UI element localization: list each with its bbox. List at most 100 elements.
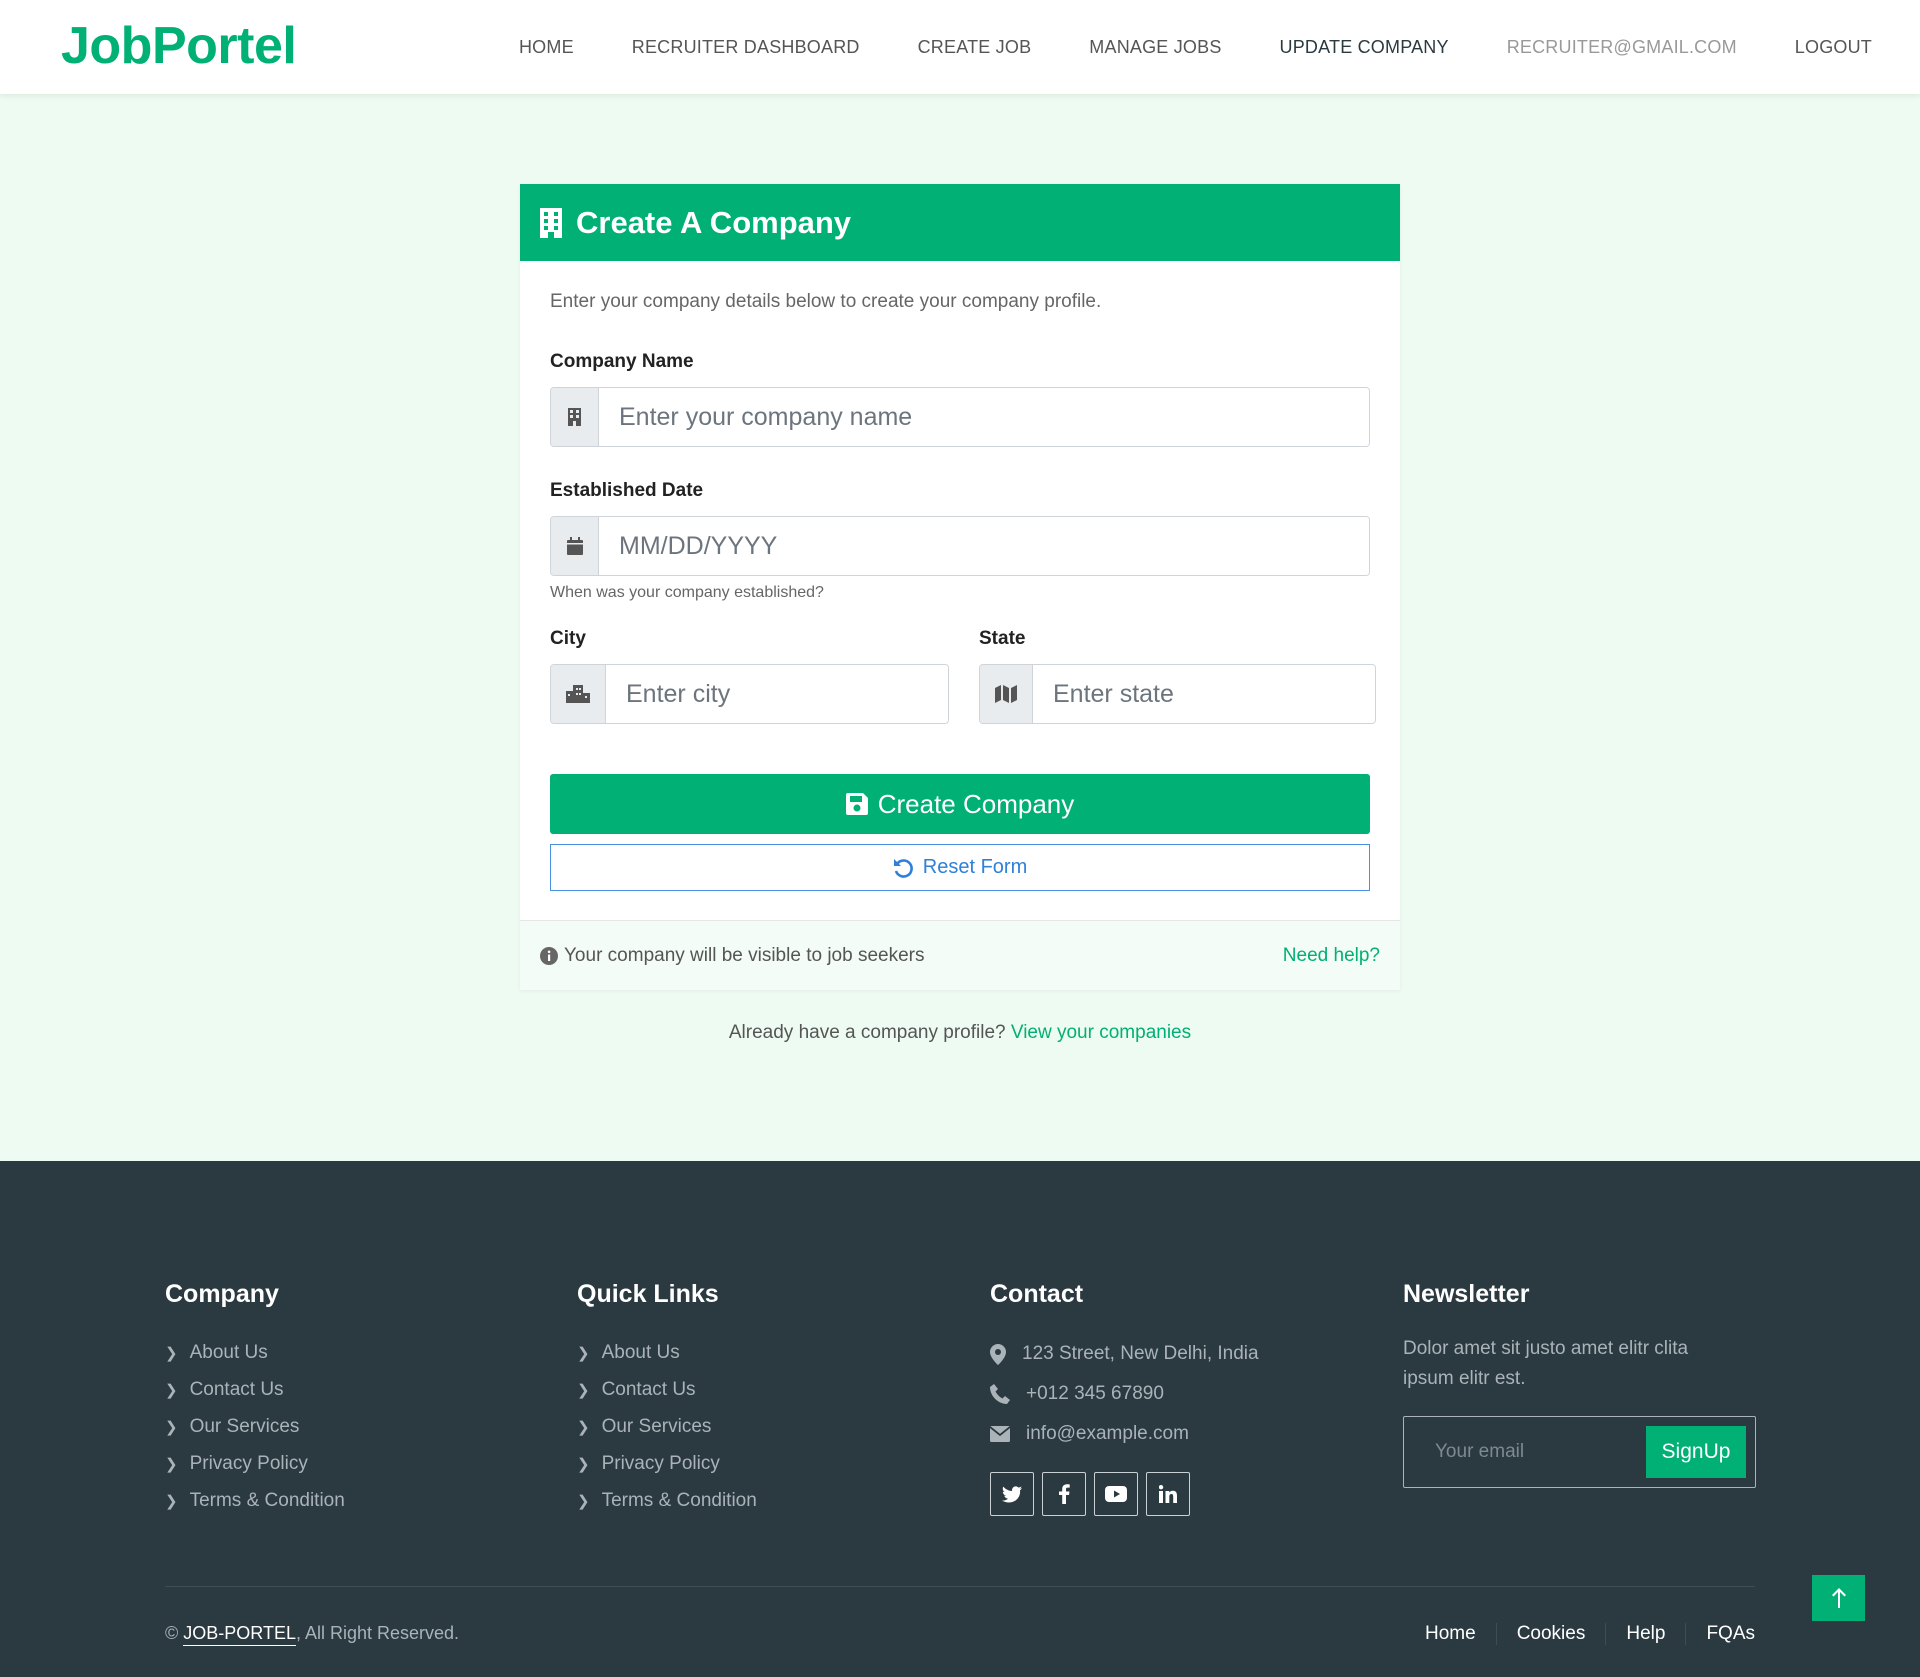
create-company-card: Create A Company Enter your company deta…	[520, 184, 1400, 990]
footer-address: 123 Street, New Delhi, India	[990, 1334, 1259, 1374]
calendar-icon	[551, 517, 599, 575]
twitter-icon[interactable]	[990, 1472, 1034, 1516]
nav-logout[interactable]: LOGOUT	[1795, 37, 1872, 58]
form-intro: Enter your company details below to crea…	[550, 291, 1102, 312]
youtube-icon[interactable]	[1094, 1472, 1138, 1516]
already-have-profile: Already have a company profile? View you…	[0, 1022, 1920, 1044]
card-header: Create A Company	[520, 184, 1400, 261]
create-company-button[interactable]: Create Company	[550, 774, 1370, 834]
card-body: Enter your company details below to crea…	[520, 261, 1400, 891]
footer-bottom-menu: Home Cookies Help FQAs	[1405, 1623, 1755, 1645]
newsletter-form: SignUp	[1403, 1416, 1756, 1488]
footer-phone: +012 345 67890	[990, 1374, 1259, 1414]
facebook-icon[interactable]	[1042, 1472, 1086, 1516]
footer-menu-home[interactable]: Home	[1405, 1623, 1496, 1645]
footer-company-heading: Company	[165, 1280, 279, 1308]
chevron-right-icon: ❯	[577, 1455, 590, 1473]
nav-recruiter-dashboard[interactable]: RECRUITER DASHBOARD	[632, 37, 860, 58]
chevron-right-icon: ❯	[577, 1492, 590, 1510]
state-group	[979, 664, 1376, 724]
envelope-icon	[990, 1426, 1010, 1442]
chevron-right-icon: ❯	[165, 1455, 178, 1473]
top-navbar: JobPortel HOME RECRUITER DASHBOARD CREAT…	[0, 0, 1920, 94]
footer-divider	[165, 1586, 1755, 1587]
company-name-label: Company Name	[550, 351, 694, 372]
building-icon	[540, 207, 562, 238]
footer-newsletter-col: Newsletter Dolor amet sit justo amet eli…	[1403, 1280, 1756, 1488]
footer-contact-col: Contact 123 Street, New Delhi, India +01…	[990, 1280, 1259, 1516]
city-icon	[551, 665, 606, 723]
arrow-up-icon	[1831, 1588, 1846, 1608]
chevron-right-icon: ❯	[577, 1344, 590, 1362]
reset-form-button[interactable]: Reset Form	[550, 844, 1370, 891]
copyright: © JOB-PORTEL, All Right Reserved.	[165, 1623, 459, 1646]
footer-quick-heading: Quick Links	[577, 1280, 719, 1308]
footer-email: info@example.com	[990, 1414, 1259, 1454]
location-row: City State	[550, 628, 1376, 724]
chevron-right-icon: ❯	[165, 1492, 178, 1510]
nav-manage-jobs[interactable]: MANAGE JOBS	[1089, 37, 1221, 58]
footer-quick-link[interactable]: ❯ Our Services	[577, 1408, 757, 1445]
footer-quick-link[interactable]: ❯ Privacy Policy	[577, 1445, 757, 1482]
back-to-top-button[interactable]	[1812, 1575, 1865, 1621]
company-name-input[interactable]	[599, 388, 1369, 446]
chevron-right-icon: ❯	[577, 1418, 590, 1436]
visibility-note: Your company will be visible to job seek…	[540, 945, 924, 967]
footer-company-link[interactable]: ❯ Our Services	[165, 1408, 345, 1445]
site-footer: Company ❯ About Us ❯ Contact Us ❯ Our Servi…	[0, 1161, 1920, 1677]
footer-company-link[interactable]: ❯ Privacy Policy	[165, 1445, 345, 1482]
chevron-right-icon: ❯	[165, 1381, 178, 1399]
state-input[interactable]	[1033, 665, 1375, 723]
footer-company-col: Company ❯ About Us ❯ Contact Us ❯ Our Servi…	[165, 1280, 345, 1519]
social-links	[990, 1472, 1259, 1516]
footer-quick-col: Quick Links ❯ About Us ❯ Contact Us ❯ Our S…	[577, 1280, 757, 1519]
view-companies-link[interactable]: View your companies	[1011, 1022, 1191, 1043]
established-date-label: Established Date	[550, 480, 704, 501]
map-pin-icon	[990, 1343, 1006, 1365]
chevron-right-icon: ❯	[577, 1381, 590, 1399]
nav-home[interactable]: HOME	[519, 37, 574, 58]
card-title: Create A Company	[576, 204, 852, 240]
undo-icon	[893, 858, 913, 878]
linkedin-icon[interactable]	[1146, 1472, 1190, 1516]
established-date-group	[550, 516, 1370, 576]
newsletter-signup-button[interactable]: SignUp	[1646, 1426, 1746, 1478]
chevron-right-icon: ❯	[165, 1418, 178, 1436]
footer-quick-link[interactable]: ❯ Contact Us	[577, 1371, 757, 1408]
footer-contact-heading: Contact	[990, 1280, 1084, 1308]
footer-newsletter-heading: Newsletter	[1403, 1280, 1530, 1308]
visibility-note-text: Your company will be visible to job seek…	[564, 944, 925, 966]
footer-company-link[interactable]: ❯ About Us	[165, 1334, 345, 1371]
nav-create-job[interactable]: CREATE JOB	[918, 37, 1032, 58]
company-name-group	[550, 387, 1370, 447]
reset-form-label: Reset Form	[922, 856, 1028, 878]
footer-menu-fqas[interactable]: FQAs	[1685, 1623, 1755, 1645]
already-text: Already have a company profile?	[728, 1022, 1006, 1043]
newsletter-text: Dolor amet sit justo amet elitr clita ip…	[1403, 1338, 1689, 1389]
footer-quick-link[interactable]: ❯ About Us	[577, 1334, 757, 1371]
footer-company-link[interactable]: ❯ Contact Us	[165, 1371, 345, 1408]
newsletter-email-input[interactable]	[1405, 1418, 1635, 1486]
brand-logo[interactable]: JobPortel	[61, 16, 297, 76]
footer-menu-cookies[interactable]: Cookies	[1495, 1623, 1606, 1645]
established-date-input[interactable]	[599, 517, 1369, 575]
building-small-icon	[551, 388, 599, 446]
save-icon	[845, 793, 868, 815]
copyright-brand-link[interactable]: JOB-PORTEL	[183, 1623, 296, 1646]
info-icon	[540, 946, 558, 965]
card-footer: Your company will be visible to job seek…	[520, 920, 1400, 990]
main-nav: HOME RECRUITER DASHBOARD CREATE JOB MANA…	[461, 0, 1872, 94]
phone-icon	[990, 1384, 1010, 1404]
need-help-link[interactable]: Need help?	[1283, 945, 1380, 967]
nav-update-company[interactable]: UPDATE COMPANY	[1280, 37, 1449, 58]
footer-menu-help[interactable]: Help	[1605, 1623, 1685, 1645]
footer-quick-link[interactable]: ❯ Terms & Condition	[577, 1482, 757, 1519]
city-input[interactable]	[606, 665, 948, 723]
date-hint: When was your company established?	[550, 584, 824, 601]
map-icon	[980, 665, 1033, 723]
create-company-label: Create Company	[877, 788, 1075, 819]
state-label: State	[979, 628, 1026, 649]
chevron-right-icon: ❯	[165, 1344, 178, 1362]
nav-user-email[interactable]: RECRUITER@GMAIL.COM	[1507, 37, 1737, 58]
footer-company-link[interactable]: ❯ Terms & Condition	[165, 1482, 345, 1519]
